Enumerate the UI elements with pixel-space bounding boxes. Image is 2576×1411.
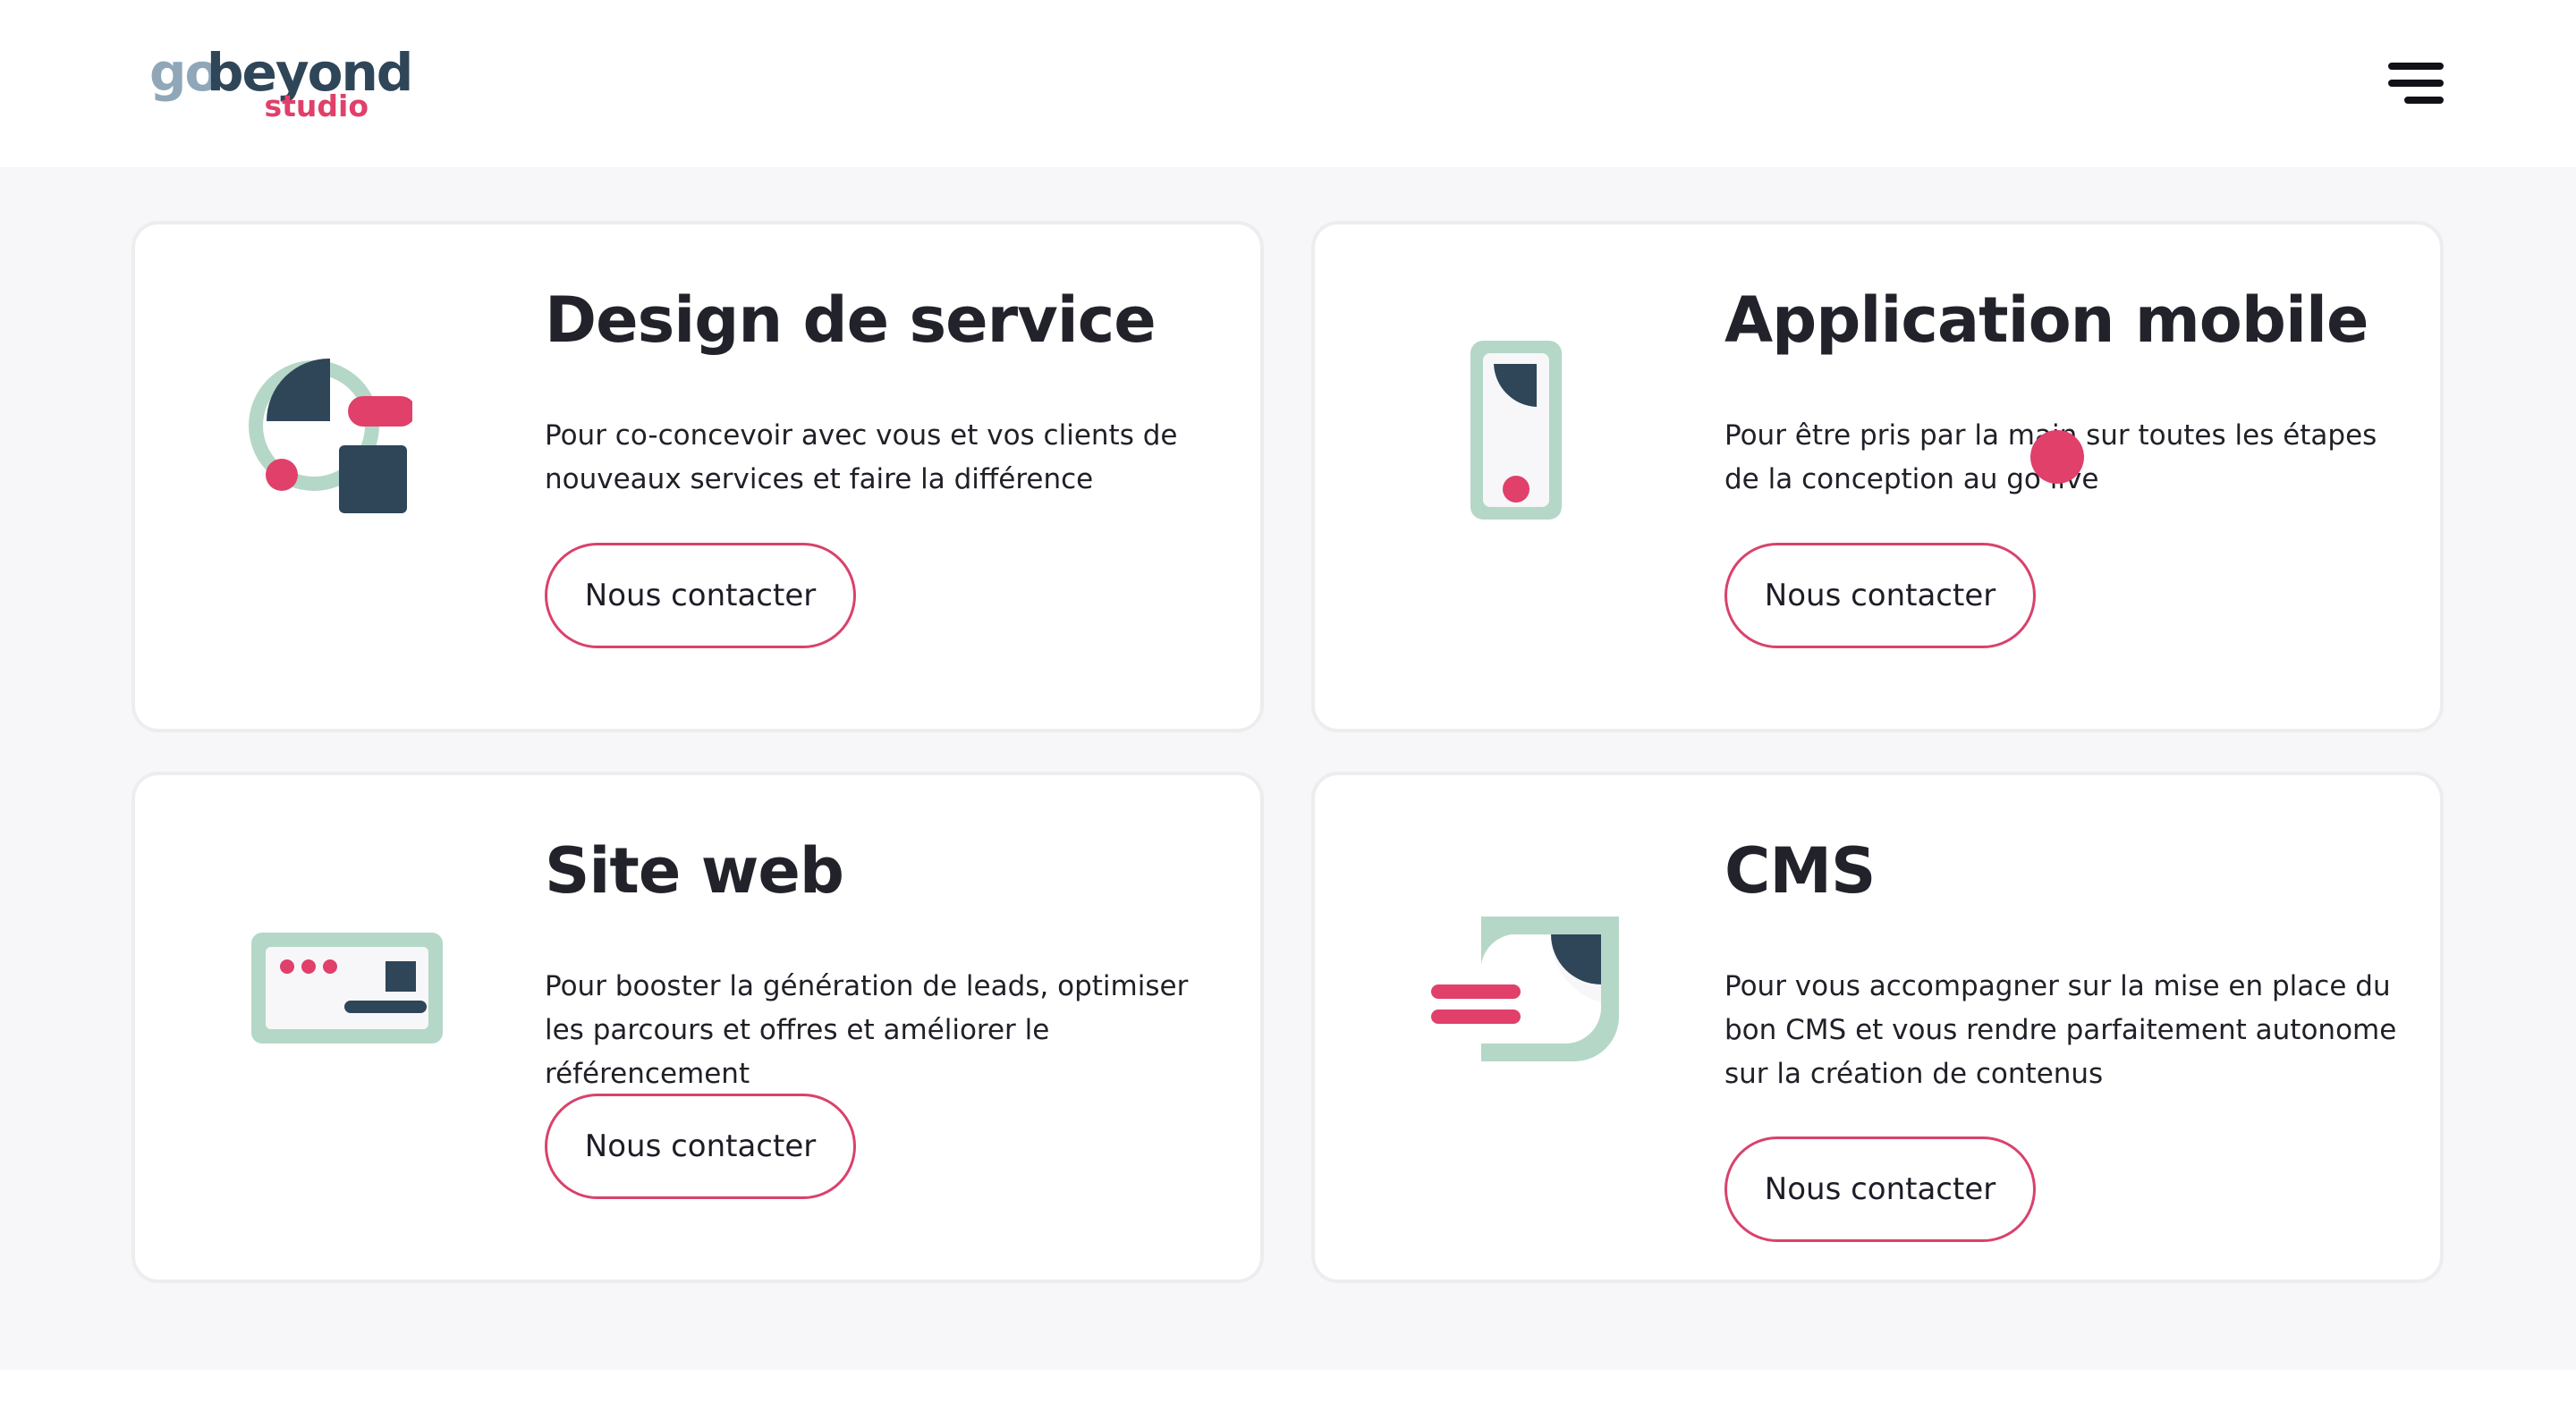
mobile-app-icon — [1458, 341, 1565, 520]
service-card-cms: CMS Pour vous accompagner sur la mise en… — [1311, 772, 2444, 1283]
service-card-mobile: Application mobile Pour être pris par la… — [1311, 221, 2444, 732]
card-description: Pour co-concevoir avec vous et vos clien… — [545, 419, 1178, 495]
card-title: CMS — [1724, 834, 1876, 908]
card-description: Pour vous accompagner sur la mise en pla… — [1724, 970, 2397, 1090]
card-title: Application mobile — [1724, 283, 2368, 357]
contact-button[interactable]: Nous contacter — [545, 543, 856, 648]
site-header: go beyond studio — [0, 0, 2576, 167]
gobeyond-logo[interactable]: go beyond studio — [149, 46, 413, 123]
contact-button[interactable]: Nous contacter — [545, 1094, 856, 1199]
service-design-icon — [233, 341, 416, 520]
contact-button[interactable]: Nous contacter — [1724, 1136, 2036, 1242]
cms-icon — [1431, 909, 1628, 1070]
service-card-design: Design de service Pour co-concevoir avec… — [131, 221, 1264, 732]
contact-button[interactable]: Nous contacter — [1724, 543, 2036, 648]
menu-icon-line — [2388, 63, 2444, 70]
card-title: Design de service — [545, 283, 1157, 357]
website-icon — [251, 933, 448, 1049]
footer-edge — [0, 1370, 2576, 1411]
menu-icon-line — [2404, 97, 2444, 104]
card-title: Site web — [545, 834, 844, 908]
menu-icon[interactable] — [2388, 59, 2444, 107]
cursor-dot — [2030, 430, 2084, 484]
service-card-website: Site web Pour booster la génération de l… — [131, 772, 1264, 1283]
logo-studio: studio — [264, 89, 369, 123]
services-section: Design de service Pour co-concevoir avec… — [0, 167, 2576, 1370]
menu-icon-line — [2388, 80, 2444, 87]
card-description: Pour booster la génération de leads, opt… — [545, 970, 1189, 1090]
